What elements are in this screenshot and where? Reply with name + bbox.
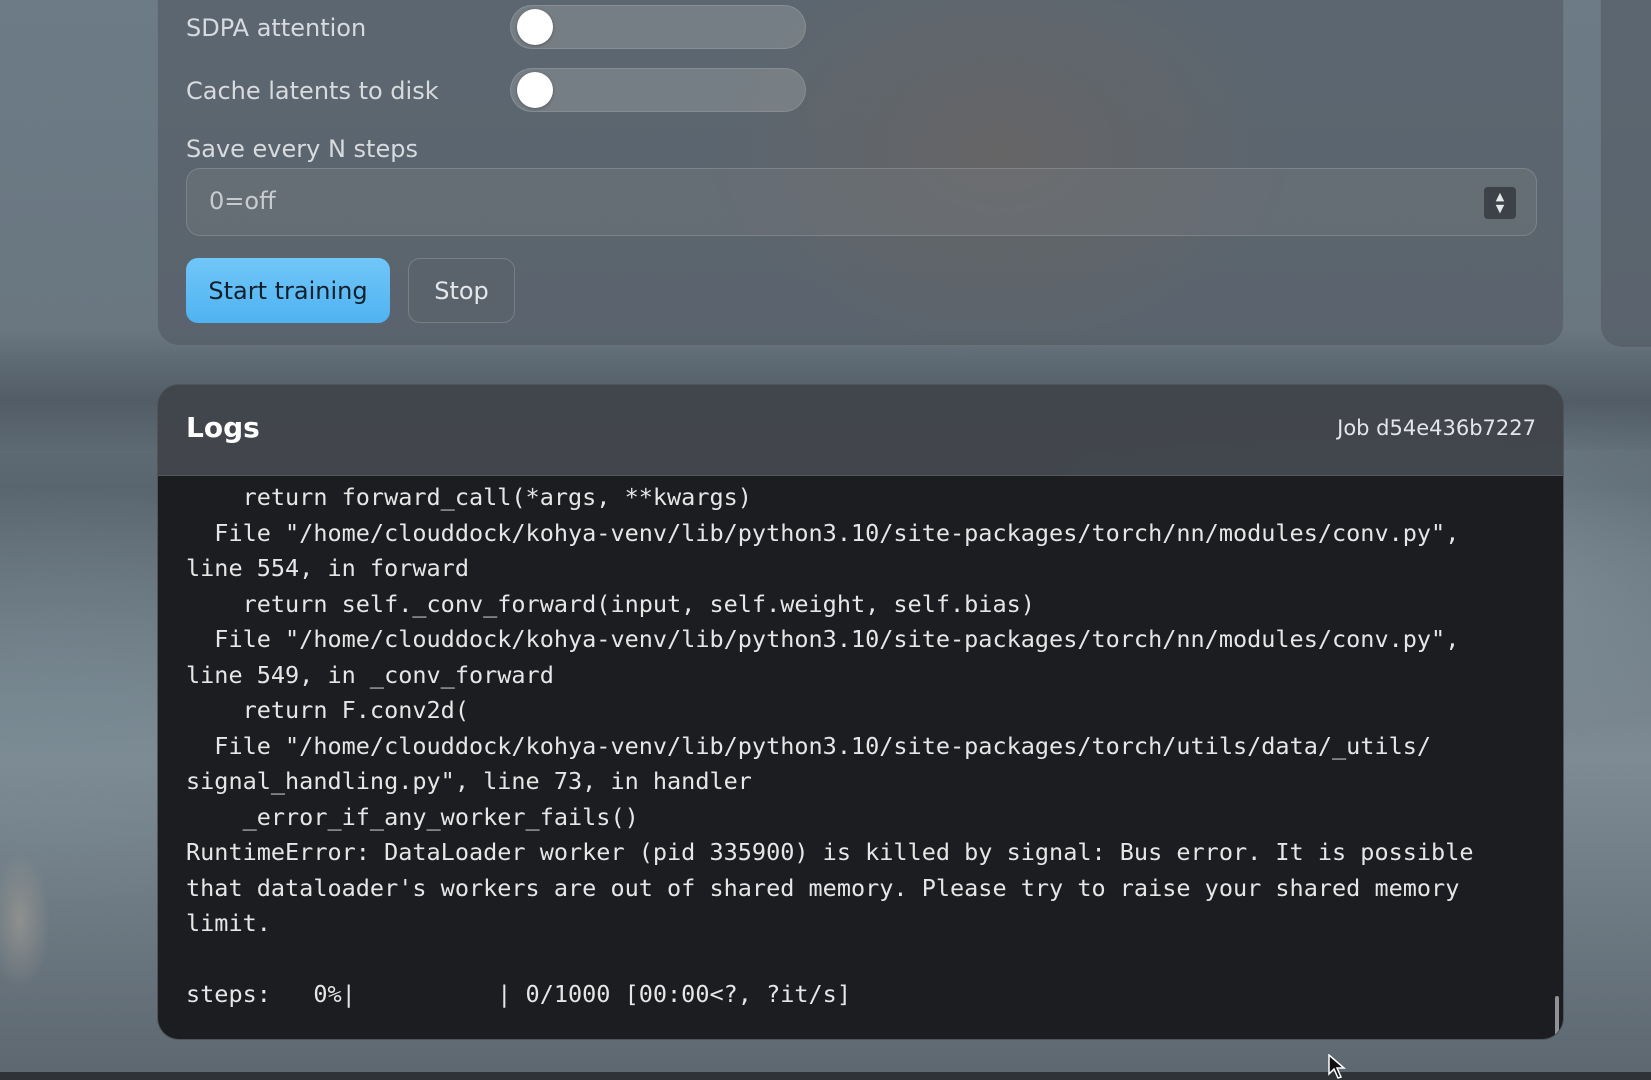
log-line: return F.conv2d( [186, 696, 469, 724]
logs-title: Logs [186, 411, 260, 444]
toggle-knob [517, 72, 553, 108]
log-line: limit. [186, 909, 271, 937]
start-training-button[interactable]: Start training [186, 258, 390, 323]
cache-latents-toggle[interactable] [510, 68, 806, 112]
save-every-label: Save every N steps [186, 135, 418, 163]
log-line: line 549, in _conv_forward [186, 660, 554, 689]
log-line: signal_handling.py", line 73, in handler [186, 767, 752, 795]
logs-panel: Logs Job d54e436b7227 return forward_cal… [157, 384, 1564, 1040]
log-text: return forward_call(*args, **kwargs) Fil… [186, 480, 1526, 1013]
log-line: File "/home/clouddock/kohya-venv/lib/pyt… [186, 731, 1432, 760]
toggle-knob [517, 9, 553, 45]
spinner-up-down-icon[interactable]: ▲ ▼ [1484, 187, 1516, 219]
bottom-bar [0, 1072, 1651, 1080]
job-id-label: Job d54e436b7227 [1337, 416, 1536, 440]
sdpa-attention-label: SDPA attention [186, 14, 367, 42]
training-settings-panel: SDPA attention Cache latents to disk Sav… [157, 0, 1564, 346]
log-line: return self._conv_forward(input, self.we… [186, 589, 1035, 618]
log-line: line 554, in forward [186, 554, 469, 582]
log-line: steps: 0%| | 0/1000 [00:00<?, ?it/s] [186, 980, 851, 1008]
log-line: return forward_call(*args, **kwargs) [186, 483, 752, 511]
save-every-input[interactable]: 0=off ▲ ▼ [186, 168, 1537, 236]
chevron-down-icon[interactable]: ▼ [1496, 203, 1504, 215]
log-line: _error_if_any_worker_fails() [186, 802, 639, 831]
mouse-pointer-icon [1328, 1054, 1347, 1079]
log-scrollbar[interactable] [1555, 996, 1559, 1039]
side-panel-edge [1600, 0, 1651, 348]
logs-header: Logs Job d54e436b7227 [158, 385, 1563, 476]
log-line: that dataloader's workers are out of sha… [186, 873, 1460, 902]
log-output[interactable]: return forward_call(*args, **kwargs) Fil… [158, 476, 1563, 1039]
log-line: RuntimeError: DataLoader worker (pid 335… [186, 838, 1474, 866]
background-bird [0, 820, 60, 1020]
log-line: File "/home/clouddock/kohya-venv/lib/pyt… [186, 518, 1460, 547]
sdpa-attention-toggle[interactable] [510, 5, 806, 49]
stop-button[interactable]: Stop [408, 258, 515, 323]
cache-latents-label: Cache latents to disk [186, 77, 439, 105]
save-every-placeholder: 0=off [209, 187, 276, 215]
log-line: File "/home/clouddock/kohya-venv/lib/pyt… [186, 625, 1460, 653]
